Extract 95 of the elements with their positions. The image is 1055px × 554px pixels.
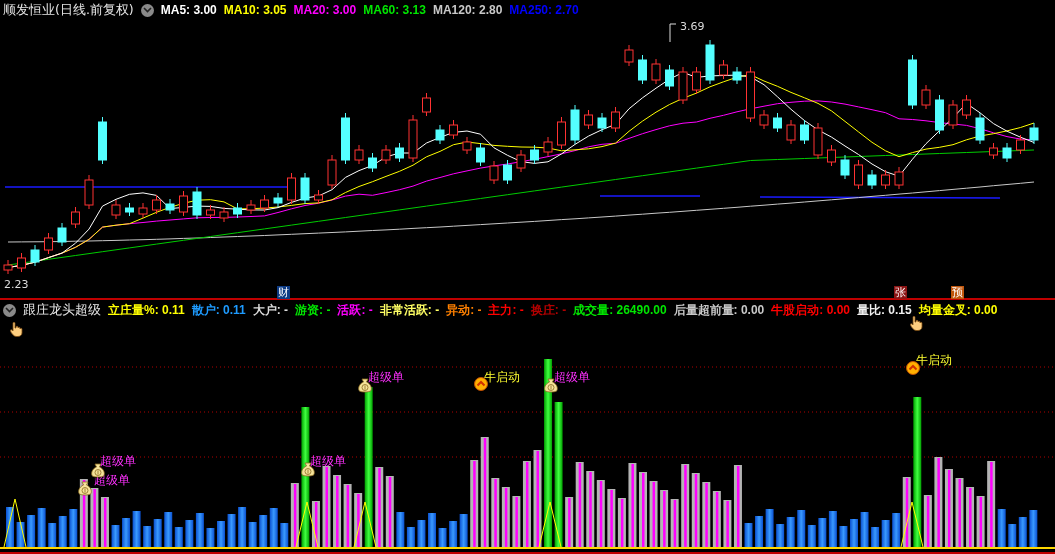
dropdown-button[interactable]: [3, 303, 16, 317]
money-bag-icon: [78, 481, 92, 496]
volume-bar: [333, 475, 342, 547]
volume-bar: [649, 481, 658, 547]
volume-bar: [660, 490, 669, 547]
indicator-value: 大户: -: [252, 301, 289, 319]
volume-bar: [132, 511, 141, 547]
signal-label: 超级单: [554, 370, 590, 385]
volume-bar: [776, 524, 785, 547]
indicator-value: 活跃: -: [337, 301, 373, 319]
volume-bar: [607, 489, 616, 547]
pointing-hand-icon: [910, 316, 923, 331]
volume-bar: [259, 515, 268, 547]
volume-bar: [459, 514, 468, 547]
indicator-value: 立庄量%: 0.11: [108, 301, 185, 319]
volume-bar: [491, 478, 500, 547]
peak-leader-line: [669, 23, 677, 43]
volume-bar: [596, 480, 605, 547]
volume-bar: [37, 508, 46, 547]
event-marker[interactable]: 财: [277, 286, 290, 299]
volume-bar: [206, 528, 215, 547]
signal-label: 牛启动: [484, 370, 520, 385]
volume-bar: [1018, 517, 1027, 547]
volume-bar: [850, 519, 858, 547]
volume-bar: [860, 512, 869, 547]
volume-bar: [1029, 510, 1038, 547]
volume-bar: [786, 517, 795, 547]
ma-legend-item: MA120: 2.80: [432, 3, 503, 17]
volume-bar: [966, 487, 975, 547]
volume-bar: [755, 516, 764, 547]
price-label: 2.23: [4, 278, 29, 291]
signal-label: 超级单: [368, 370, 404, 385]
ma-legend-item: MA5: 3.00: [160, 3, 217, 17]
volume-bar: [501, 487, 510, 547]
volume-bar: [744, 523, 753, 547]
volume-bar: [428, 513, 436, 547]
volume-bar: [217, 521, 225, 547]
indicator-value: 量比: 0.15: [857, 301, 912, 319]
volume-bar: [839, 526, 848, 547]
volume-bar: [153, 519, 162, 547]
indicator-value: 非常活跃: -: [379, 301, 440, 319]
volume-bar: [881, 520, 890, 547]
volume-bar: [702, 482, 711, 547]
indicator-value: 牛股启动: 0.00: [771, 301, 850, 319]
volume-bar: [976, 496, 985, 547]
event-marker[interactable]: 张: [894, 286, 907, 299]
ma-legend-item: MA250: 2.70: [509, 3, 579, 17]
volume-bar: [195, 513, 204, 547]
volume-bar: [48, 523, 57, 547]
dropdown-button[interactable]: [140, 3, 154, 17]
volume-bar: [269, 508, 278, 547]
signal-label: 超级单: [100, 454, 136, 469]
volume-bar: [90, 488, 99, 547]
volume-bar: [227, 514, 236, 547]
signal-label: 超级单: [310, 454, 346, 469]
volume-bar: [143, 526, 152, 547]
volume-bar: [818, 518, 827, 547]
volume-bar: [417, 520, 426, 547]
volume-bar: [712, 491, 721, 547]
chart-title: 顺发恒业(日线.前复权): [3, 1, 134, 19]
indicator-value: 换庄: -: [530, 301, 567, 319]
volume-bar: [385, 476, 394, 547]
volume-bar: [16, 522, 25, 547]
volume-bar: [438, 528, 447, 547]
indicator-value: 主力: -: [488, 301, 524, 319]
volume-bar: [1008, 524, 1017, 547]
volume-bar: [27, 515, 36, 547]
pointing-hand-icon: [10, 322, 23, 337]
volume-bar: [122, 518, 131, 547]
volume-bar: [765, 509, 774, 547]
indicator-value: 后量超前量: 0.00: [673, 301, 765, 319]
volume-bar: [670, 499, 679, 547]
volume-bar: [343, 484, 352, 547]
volume-bar: [6, 507, 14, 547]
volume-bar: [100, 497, 109, 547]
indicator-value: 游资: -: [295, 301, 331, 319]
volume-bar: [617, 498, 626, 547]
price-label: 3.69: [680, 20, 705, 33]
signal-label: 牛启动: [916, 353, 952, 368]
volume-bar: [185, 520, 194, 547]
volume-bar: [111, 525, 120, 547]
indicator-value: 成交量: 26490.00: [573, 301, 667, 319]
ma-legend-item: MA60: 3.13: [363, 3, 426, 17]
indicator-value: 散户: 0.11: [191, 301, 246, 319]
volume-bar: [449, 521, 458, 547]
volume-bar: [828, 511, 837, 547]
indicator-title: 跟庄龙头超级: [23, 301, 101, 319]
indicator-value: 异动: -: [446, 301, 482, 319]
indicator-value: 均量金叉: 0.00: [918, 301, 998, 319]
volume-bar: [58, 516, 67, 547]
ma-legend-item: MA10: 3.05: [223, 3, 287, 17]
volume-bar: [871, 527, 880, 547]
ma-legend-item: MA20: 3.00: [293, 3, 357, 17]
volume-bar: [955, 478, 964, 547]
event-marker[interactable]: 预: [951, 286, 964, 299]
